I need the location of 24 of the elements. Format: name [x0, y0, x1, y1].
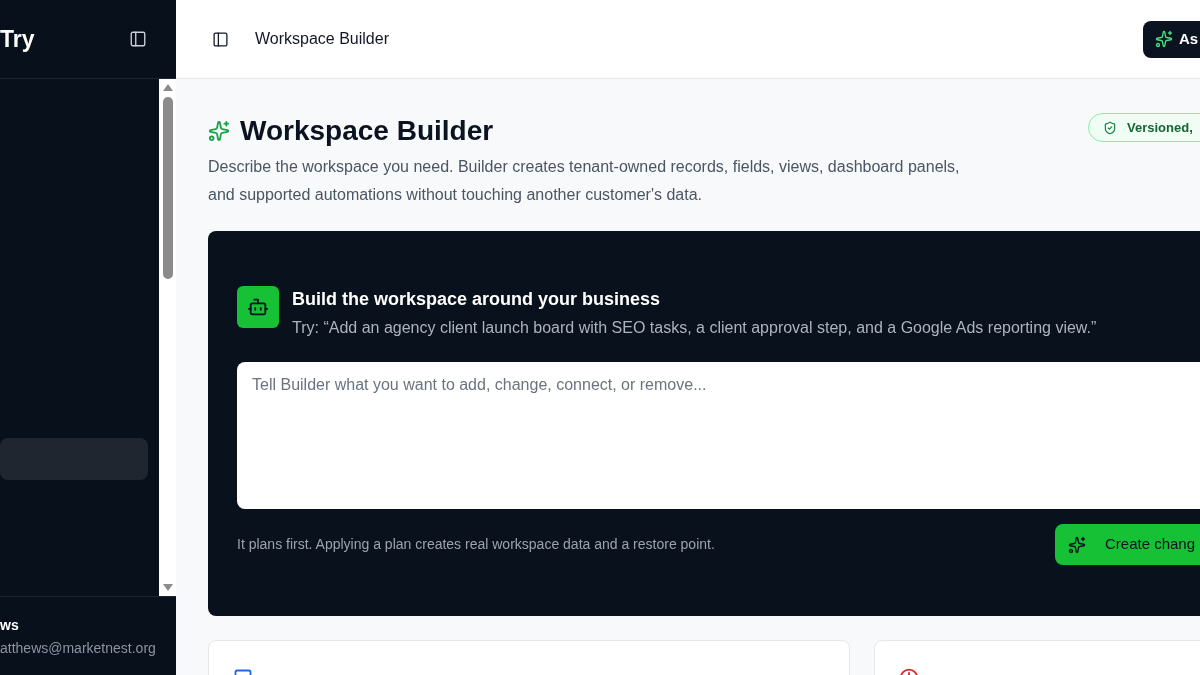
- panel-title: Build the workspace around your business: [292, 288, 662, 311]
- badge-label: Versioned,: [1127, 118, 1193, 137]
- description: Describe the workspace you need. Builder creates tenant-owned records, fields, views, dashboard panels, and supported automations without touching another customer's data.: [208, 157, 961, 205]
- user-name: ws: [0, 616, 20, 635]
- sidebar-toggle-icon[interactable]: [212, 30, 229, 48]
- scroll-down-arrow-icon[interactable]: [162, 584, 173, 591]
- ask-button[interactable]: As: [1143, 20, 1200, 58]
- hint-text: It plans first. Applying a plan creates real workspace data and a restore point.: [237, 535, 715, 554]
- page-title: Workspace Builder: [255, 29, 389, 49]
- robot-icon: [237, 286, 279, 328]
- input-field[interactable]: Tell Builder what you want to add, change, connect, or remove...: [237, 362, 1200, 509]
- sparkles-icon: [1068, 535, 1086, 554]
- create-button[interactable]: Create chang: [1055, 524, 1200, 565]
- example-prompt: Try: “Add an agency client launch board with SEO tasks, a client approval step, and a Google Ads reporting view.”: [292, 318, 1097, 338]
- heading: Workspace Builder: [240, 114, 494, 148]
- sidebar-toggle-icon[interactable]: [129, 30, 147, 48]
- scrollbar-track[interactable]: [159, 79, 176, 596]
- user-email: atthews@marketnest.org: [0, 639, 157, 658]
- scrollbar-thumb[interactable]: [162, 97, 173, 279]
- sparkles-icon: [1155, 30, 1173, 48]
- shield-check-icon: [1103, 120, 1117, 135]
- sparkles-icon: [208, 120, 230, 142]
- scroll-up-arrow-icon[interactable]: [162, 84, 173, 91]
- brand-name: Try: [0, 27, 35, 51]
